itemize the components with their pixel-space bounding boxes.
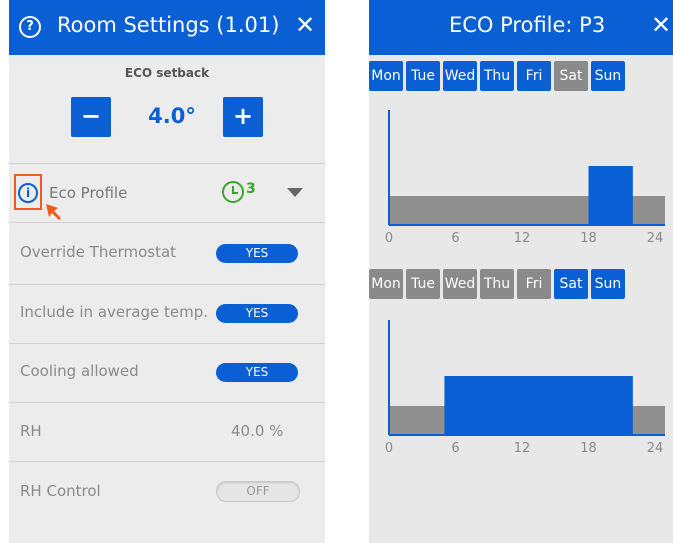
question-circle-icon[interactable]: ? bbox=[19, 16, 41, 38]
x-tick-label: 6 bbox=[451, 441, 459, 456]
day-wed-button[interactable]: Wed bbox=[443, 61, 477, 91]
room-settings-title: Room Settings (1.01) bbox=[57, 13, 280, 37]
room-settings-panel: ? Room Settings (1.01) ✕ ECO setback − 4… bbox=[9, 0, 325, 543]
day-thu-button[interactable]: Thu bbox=[480, 61, 514, 91]
rh-control-label: RH Control bbox=[20, 482, 101, 500]
close-icon[interactable]: ✕ bbox=[651, 10, 671, 40]
day-sat-button[interactable]: Sat bbox=[554, 61, 588, 91]
weekday-selector-2: Mon Tue Wed Thu Fri Sat Sun bbox=[369, 269, 625, 299]
divider bbox=[9, 222, 325, 223]
chevron-down-icon[interactable] bbox=[287, 188, 303, 197]
close-icon[interactable]: ✕ bbox=[295, 10, 315, 40]
divider bbox=[9, 343, 325, 344]
x-tick-label: 18 bbox=[580, 441, 597, 456]
eco-profile-label: Eco Profile bbox=[49, 184, 128, 202]
include-average-toggle[interactable]: YES bbox=[216, 304, 298, 323]
day-tue-button[interactable]: Tue bbox=[406, 61, 440, 91]
day-sat-button[interactable]: Sat bbox=[554, 269, 588, 299]
divider bbox=[9, 163, 325, 164]
override-thermostat-toggle[interactable]: YES bbox=[216, 244, 298, 263]
eco-profile-number: 3 bbox=[246, 181, 256, 197]
day-sun-button[interactable]: Sun bbox=[591, 61, 625, 91]
x-tick-label: 12 bbox=[514, 441, 531, 456]
eco-period-bar bbox=[444, 376, 633, 435]
eco-schedule-chart-1: 0 6 12 18 24 bbox=[385, 110, 665, 246]
eco-schedule-chart-2: 0 6 12 18 24 bbox=[385, 320, 665, 456]
eco-setback-value: 4.0° bbox=[148, 104, 196, 128]
x-tick-label: 18 bbox=[580, 231, 597, 246]
weekday-selector-1: Mon Tue Wed Thu Fri Sat Sun bbox=[369, 61, 625, 91]
day-fri-button[interactable]: Fri bbox=[517, 61, 551, 91]
day-sun-button[interactable]: Sun bbox=[591, 269, 625, 299]
increase-setback-button[interactable]: + bbox=[223, 97, 263, 137]
info-highlight-box: i bbox=[14, 174, 42, 210]
x-tick-label: 6 bbox=[451, 231, 459, 246]
x-tick-label: 0 bbox=[385, 441, 393, 456]
day-tue-button[interactable]: Tue bbox=[406, 269, 440, 299]
eco-profile-header: ECO Profile: P3 ✕ bbox=[369, 0, 673, 55]
eco-period-bar bbox=[588, 166, 633, 225]
x-tick-label: 24 bbox=[647, 441, 664, 456]
eco-profile-panel: ECO Profile: P3 ✕ Mon Tue Wed Thu Fri Sat Sun … bbox=[369, 0, 673, 543]
day-wed-button[interactable]: Wed bbox=[443, 269, 477, 299]
eco-profile-title: ECO Profile: P3 bbox=[449, 13, 606, 37]
override-thermostat-label: Override Thermostat bbox=[20, 243, 177, 261]
rh-value: 40.0 % bbox=[231, 422, 284, 440]
info-icon[interactable]: i bbox=[18, 183, 38, 203]
day-thu-button[interactable]: Thu bbox=[480, 269, 514, 299]
eco-setback-label: ECO setback bbox=[124, 66, 210, 80]
day-fri-button[interactable]: Fri bbox=[517, 269, 551, 299]
day-mon-button[interactable]: Mon bbox=[369, 269, 403, 299]
pointer-arrow-icon bbox=[46, 204, 61, 220]
day-mon-button[interactable]: Mon bbox=[369, 61, 403, 91]
clock-icon bbox=[222, 181, 244, 203]
include-average-label: Include in average temp. bbox=[20, 303, 208, 321]
x-tick-label: 0 bbox=[385, 231, 393, 246]
divider bbox=[9, 461, 325, 462]
x-tick-label: 24 bbox=[647, 231, 664, 246]
x-tick-label: 12 bbox=[514, 231, 531, 246]
cooling-allowed-label: Cooling allowed bbox=[20, 362, 139, 380]
divider bbox=[9, 402, 325, 403]
cooling-allowed-toggle[interactable]: YES bbox=[216, 363, 298, 382]
decrease-setback-button[interactable]: − bbox=[71, 97, 111, 137]
room-settings-header: ? Room Settings (1.01) ✕ bbox=[9, 0, 325, 55]
rh-control-toggle[interactable]: OFF bbox=[216, 481, 300, 502]
divider bbox=[9, 284, 325, 285]
rh-label: RH bbox=[20, 422, 42, 440]
